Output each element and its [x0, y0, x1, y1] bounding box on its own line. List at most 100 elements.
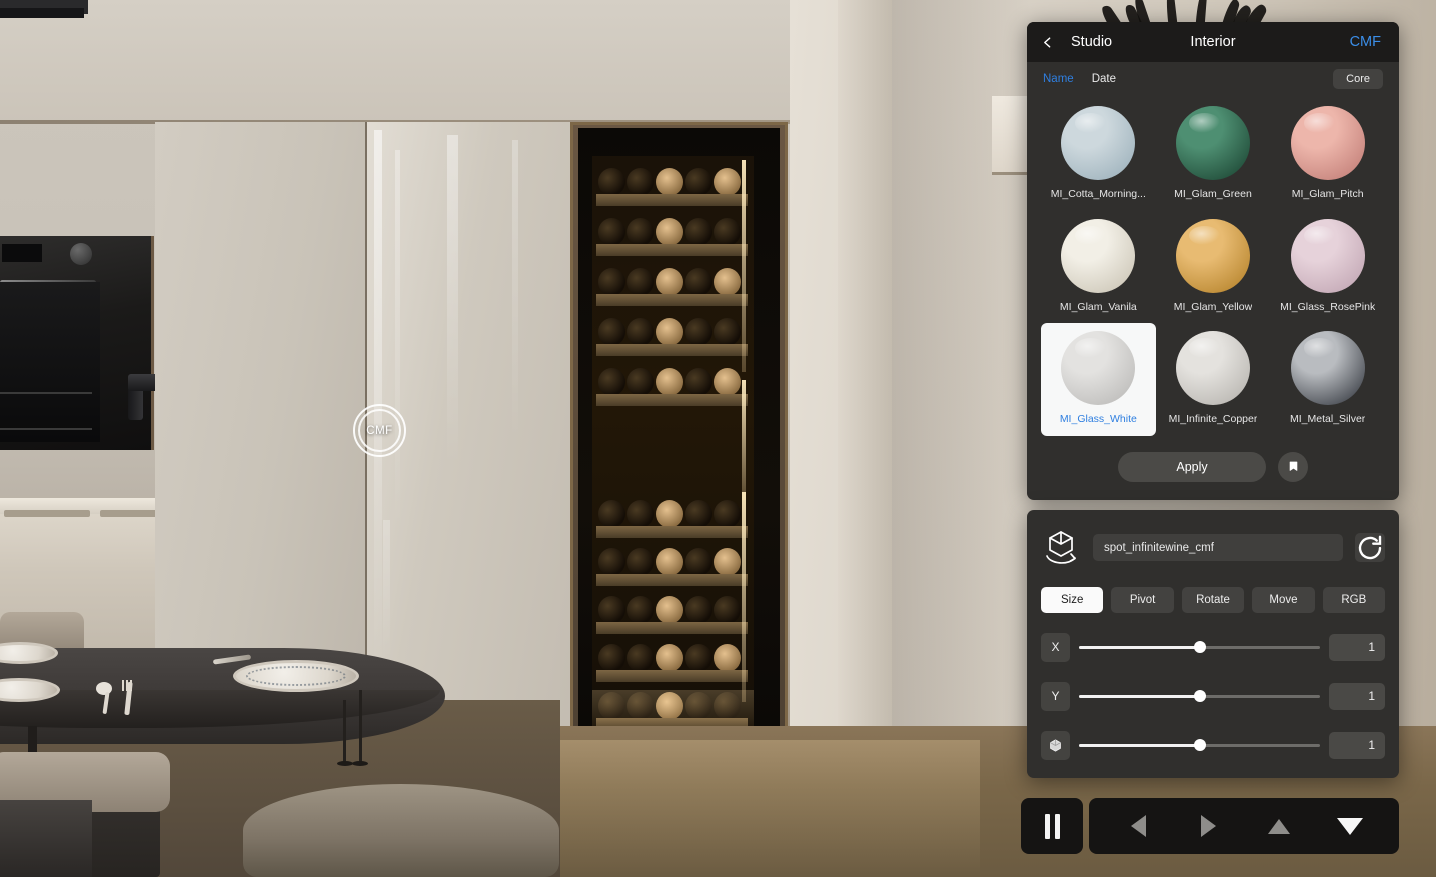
nav-up-button[interactable]	[1259, 806, 1299, 846]
sink-slot	[4, 510, 90, 517]
pause-button[interactable]	[1021, 798, 1083, 854]
slider-row: X1	[1041, 632, 1385, 662]
triangle-down-icon	[1336, 817, 1363, 835]
slider-track[interactable]	[1079, 638, 1320, 656]
material-label: MI_Glam_Pitch	[1291, 189, 1364, 200]
wine-bottle	[714, 268, 741, 296]
wine-bottle	[714, 318, 741, 346]
wine-bottle	[598, 218, 625, 246]
tab-pivot[interactable]: Pivot	[1111, 586, 1174, 613]
sort-bar: Name Date Core	[1027, 62, 1399, 96]
reset-button[interactable]	[1355, 533, 1385, 563]
tab-rgb[interactable]: RGB	[1322, 586, 1386, 613]
material-label: MI_Metal_Silver	[1290, 414, 1366, 426]
navigation-group	[1089, 798, 1399, 854]
pause-icon	[1054, 813, 1060, 839]
slider-thumb[interactable]	[1193, 641, 1206, 654]
nav-down-button[interactable]	[1330, 806, 1370, 846]
interior-label[interactable]: Interior	[1027, 22, 1399, 62]
wine-bottle	[598, 644, 625, 672]
material-card[interactable]: MI_Glam_Yellow	[1156, 211, 1271, 324]
object-name-input[interactable]	[1093, 534, 1343, 562]
wine-bottle	[627, 644, 654, 672]
wine-bottle	[656, 644, 683, 672]
material-card[interactable]: MI_Glam_Vanila	[1041, 211, 1156, 324]
wine-bottle	[685, 368, 712, 396]
material-actions: Apply	[1027, 442, 1399, 500]
wine-bottle	[627, 368, 654, 396]
wine-bottle	[598, 596, 625, 624]
cabinet-seam	[577, 0, 579, 122]
material-card[interactable]: MI_Glass_White	[1041, 323, 1156, 436]
slider-track-fill	[1079, 646, 1200, 649]
material-sphere-preview	[1061, 331, 1136, 406]
plate-pattern	[246, 666, 346, 686]
tab-rotate[interactable]: Rotate	[1181, 586, 1245, 613]
apply-button[interactable]: Apply	[1118, 451, 1266, 482]
wine-bottle	[627, 268, 654, 296]
slider-list: X1Y11	[1041, 632, 1385, 760]
wine-bottle	[656, 368, 683, 396]
slider-thumb[interactable]	[1193, 690, 1206, 703]
tag-icon	[1289, 461, 1297, 471]
tag-button[interactable]	[1278, 451, 1308, 482]
upper-cabinets	[0, 0, 790, 122]
round-stool	[243, 784, 559, 877]
triangle-up-icon	[1268, 818, 1291, 834]
material-label: MI_Glass_White	[1059, 414, 1137, 426]
wine-shelf	[596, 194, 748, 206]
axis-label-y: Y	[1041, 681, 1070, 711]
tab-size[interactable]: Size	[1041, 586, 1104, 613]
material-card[interactable]: MI_Glass_RosePink	[1270, 211, 1385, 324]
wine-bottle	[685, 500, 712, 528]
wine-shelf	[596, 574, 748, 586]
slider-track[interactable]	[1079, 687, 1320, 705]
fork-tine	[122, 680, 124, 691]
sort-by-name[interactable]: Name	[1043, 73, 1074, 85]
wine-bottle	[714, 644, 741, 672]
wine-bottle	[627, 168, 654, 196]
nav-right-button[interactable]	[1189, 806, 1229, 846]
wine-shelf	[596, 244, 748, 256]
tab-move[interactable]: Move	[1252, 586, 1315, 613]
slider-track[interactable]	[1079, 736, 1320, 754]
slider-value-field[interactable]: 1	[1329, 633, 1385, 661]
core-filter-chip[interactable]: Core	[1333, 69, 1383, 89]
floor-light-reflection	[560, 740, 980, 877]
glass-reflection	[447, 135, 458, 465]
wine-bottle	[627, 500, 654, 528]
material-card[interactable]: MI_Infinite_Copper	[1156, 323, 1271, 436]
glass-reflection	[395, 150, 400, 530]
slider-value-field[interactable]: 1	[1329, 731, 1385, 759]
side-table-foot	[337, 761, 353, 766]
wine-bottle	[656, 268, 683, 296]
wine-shelf	[596, 526, 748, 538]
refresh-icon	[1358, 535, 1382, 559]
sort-by-date[interactable]: Date	[1092, 73, 1116, 85]
cmf-hotspot-badge[interactable]: CMF	[353, 404, 406, 457]
fork-tine	[130, 680, 132, 691]
wine-bottle	[685, 268, 712, 296]
nav-left-button[interactable]	[1118, 806, 1158, 846]
material-sphere-preview	[1061, 106, 1136, 180]
side-table-leg	[359, 690, 362, 764]
range-hood-shadow	[0, 8, 84, 18]
material-label: MI_Infinite_Copper	[1168, 414, 1258, 426]
wine-bottle	[656, 596, 683, 624]
material-browser-panel: Studio Interior CMF Name Date Core MI_Co…	[1027, 22, 1399, 500]
material-sphere-preview	[1290, 218, 1365, 293]
glass-reflection	[383, 520, 390, 660]
cmf-tab[interactable]: CMF	[1350, 22, 1381, 62]
cabinet-light-strip	[742, 160, 746, 372]
material-card[interactable]: MI_Glam_Green	[1156, 98, 1271, 211]
wine-bottle	[714, 368, 741, 396]
material-card[interactable]: MI_Cotta_Morning...	[1041, 98, 1156, 211]
material-card[interactable]: MI_Metal_Silver	[1270, 323, 1385, 436]
material-card[interactable]: MI_Glam_Pitch	[1270, 98, 1385, 211]
slider-value-field[interactable]: 1	[1329, 682, 1385, 710]
transform-panel: SizePivotRotateMoveRGB X1Y11	[1027, 509, 1399, 778]
slider-thumb[interactable]	[1193, 739, 1206, 752]
wine-bottle	[714, 168, 741, 196]
slider-row: Y1	[1041, 681, 1385, 711]
cabinet-light-strip	[742, 492, 746, 702]
